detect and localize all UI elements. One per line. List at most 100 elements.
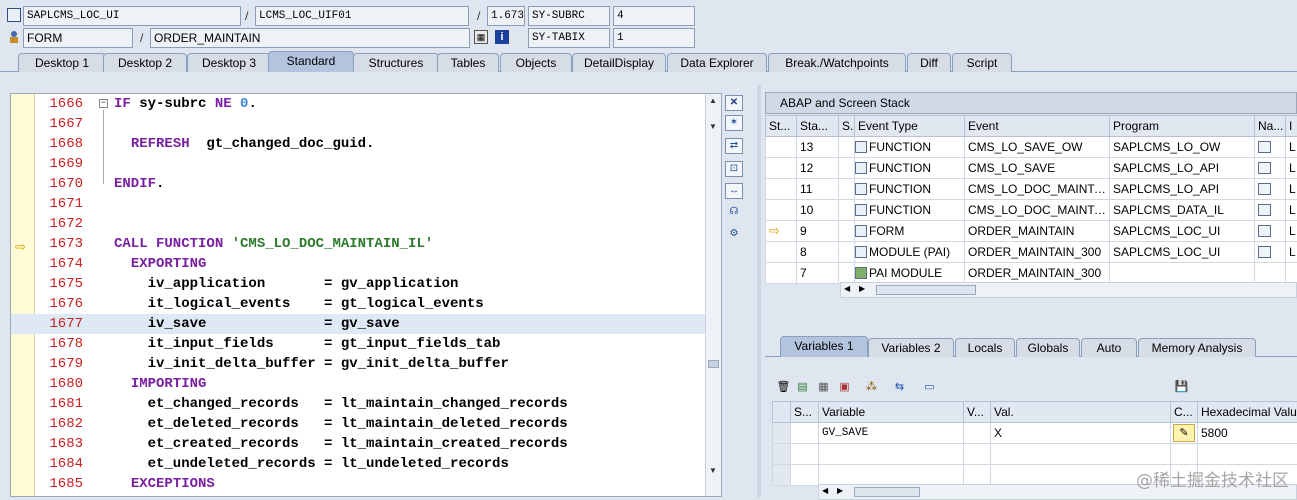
navigate-cell[interactable] [1255, 263, 1286, 284]
save-icon[interactable]: 💾 [1174, 380, 1189, 395]
navigate-icon[interactable] [1258, 225, 1271, 237]
event-cell[interactable]: CMS_LO_DOC_MAINTAIN [965, 179, 1110, 200]
editor-scrollbar[interactable]: ▲ ▼ ▼ [705, 94, 721, 496]
stack-col-header[interactable]: Event [965, 116, 1110, 137]
event-cell[interactable]: ORDER_MAINTAIN_300 [965, 263, 1110, 284]
code-line[interactable]: 1685 EXCEPTIONS [11, 474, 706, 494]
scroll-down-icon[interactable]: ▼ [709, 466, 717, 475]
stack-col-header[interactable]: Sta... [797, 116, 839, 137]
delete-icon[interactable]: 🗑 [776, 380, 791, 395]
program-field[interactable]: SAPLCMS_LOC_UI [23, 6, 241, 26]
col-variable[interactable]: Variable [819, 402, 964, 423]
sy-tabix-value[interactable]: 1 [613, 28, 695, 48]
maximize-icon[interactable]: ⊡ [725, 161, 743, 177]
code-line[interactable]: 1675 iv_application = gv_application [11, 274, 706, 294]
tab-diff[interactable]: Diff [907, 53, 951, 72]
tab-auto[interactable]: Auto [1081, 338, 1137, 357]
line-field[interactable]: 1.673 [487, 6, 525, 26]
code-line[interactable]: 1672 [11, 214, 706, 234]
info-icon[interactable]: i [495, 30, 509, 44]
table-row[interactable]: 11FUNCTIONCMS_LO_DOC_MAINTAINSAPLCMS_LO_… [766, 179, 1297, 200]
navigate-cell[interactable] [1255, 221, 1286, 242]
program-cell[interactable]: SAPLCMS_LO_OW [1110, 137, 1255, 158]
tab-standard[interactable]: Standard [268, 51, 354, 72]
services-icon[interactable]: ⚙ [725, 227, 743, 243]
navigate-cell[interactable] [1255, 137, 1286, 158]
tab-objects[interactable]: Objects [500, 53, 572, 72]
source-editor[interactable]: 1666−IF sy-subrc NE 0.16671668 REFRESH g… [10, 93, 722, 497]
change-cell[interactable]: ✎ [1171, 423, 1198, 444]
code-line[interactable]: 1674 EXPORTING [11, 254, 706, 274]
row-selector[interactable] [773, 465, 791, 486]
splitter[interactable] [757, 85, 761, 497]
code-line[interactable]: 1678 it_input_fields = gt_input_fields_t… [11, 334, 706, 354]
variable-cell[interactable] [819, 465, 964, 486]
group-icon[interactable]: ⁂ [864, 380, 879, 395]
program-cell[interactable]: SAPLCMS_LOC_UI [1110, 221, 1255, 242]
scroll-left-icon[interactable]: ◀ [844, 284, 850, 293]
headset-icon[interactable]: ☊ [725, 205, 743, 221]
table-row[interactable]: ⇨9FORMORDER_MAINTAINSAPLCMS_LOC_UIL [766, 221, 1297, 242]
stack-col-header[interactable]: Na... [1255, 116, 1286, 137]
table-row[interactable]: 12FUNCTIONCMS_LO_SAVESAPLCMS_LO_APIL [766, 158, 1297, 179]
code-line[interactable]: 1677 iv_save = gv_save [11, 314, 706, 334]
scroll-right-icon[interactable]: ▶ [837, 486, 843, 495]
navigate-icon[interactable] [1258, 162, 1271, 174]
tab-desktop-2[interactable]: Desktop 2 [103, 53, 187, 72]
scroll-right-icon[interactable]: ▶ [859, 284, 865, 293]
event-cell[interactable]: CMS_LO_DOC_MAINTAI... [965, 200, 1110, 221]
variable-cell[interactable] [819, 444, 964, 465]
value-cell[interactable] [991, 444, 1171, 465]
scroll-thumb[interactable] [708, 360, 719, 368]
code-line[interactable]: 1679 iv_init_delta_buffer = gv_init_delt… [11, 354, 706, 374]
calculator-icon[interactable]: ▦ [474, 30, 488, 44]
tab-breakpoints[interactable]: Break./Watchpoints [768, 53, 906, 72]
scroll-left-icon[interactable]: ◀ [822, 486, 828, 495]
close-icon[interactable]: ✕ [725, 95, 743, 111]
stack-hscroll[interactable]: ◀ ▶ [840, 282, 1297, 298]
swap-icon[interactable]: ↔ [725, 183, 743, 199]
code-line[interactable]: 1668 REFRESH gt_changed_doc_guid. [11, 134, 706, 154]
event-cell[interactable]: ORDER_MAINTAIN_300 [965, 242, 1110, 263]
table-row[interactable] [773, 444, 1297, 465]
tab-memory-analysis[interactable]: Memory Analysis [1138, 338, 1256, 357]
table-row[interactable]: 13FUNCTIONCMS_LO_SAVE_OWSAPLCMS_LO_OWL [766, 137, 1297, 158]
navigate-icon[interactable] [1258, 141, 1271, 153]
stack-col-header[interactable]: S... [839, 116, 855, 137]
tab-structures[interactable]: Structures [353, 53, 439, 72]
code-line[interactable]: 1666−IF sy-subrc NE 0. [11, 94, 706, 114]
code-line[interactable]: 1682 et_deleted_records = lt_maintain_de… [11, 414, 706, 434]
navigate-icon[interactable] [1258, 183, 1271, 195]
tab-variables-1[interactable]: Variables 1 [780, 336, 868, 357]
code-line[interactable]: 1671 [11, 194, 706, 214]
navigate-icon[interactable] [1258, 204, 1271, 216]
tab-data-explorer[interactable]: Data Explorer [667, 53, 767, 72]
export-icon[interactable]: ▦ [816, 380, 831, 395]
tab-globals[interactable]: Globals [1016, 338, 1080, 357]
col-change[interactable]: C... [1171, 402, 1198, 423]
program-cell[interactable]: SAPLCMS_LO_API [1110, 179, 1255, 200]
tab-desktop-3[interactable]: Desktop 3 [187, 53, 271, 72]
navigate-cell[interactable] [1255, 200, 1286, 221]
scroll-up-icon[interactable]: ▲ [709, 96, 717, 105]
event-cell[interactable]: ORDER_MAINTAIN [965, 221, 1110, 242]
kind-field[interactable]: FORM [23, 28, 133, 48]
value-cell[interactable]: X [991, 423, 1171, 444]
stack-col-header[interactable]: Event Type [855, 116, 965, 137]
tab-desktop-1[interactable]: Desktop 1 [18, 53, 106, 72]
tab-tables[interactable]: Tables [437, 53, 499, 72]
col-hex[interactable]: Hexadecimal Value [1198, 402, 1297, 423]
navigate-icon[interactable] [1258, 246, 1271, 258]
code-line[interactable]: 1670ENDIF. [11, 174, 706, 194]
program-cell[interactable] [1110, 263, 1255, 284]
code-line[interactable]: 1667 [11, 114, 706, 134]
col-v[interactable]: V... [964, 402, 991, 423]
tab-locals[interactable]: Locals [955, 338, 1015, 357]
scroll-thumb[interactable] [876, 285, 976, 295]
filter-icon[interactable]: ▭ [922, 380, 937, 395]
tab-variables-2[interactable]: Variables 2 [868, 338, 954, 357]
navigate-cell[interactable] [1255, 158, 1286, 179]
program-cell[interactable]: SAPLCMS_LO_API [1110, 158, 1255, 179]
code-line[interactable]: 1669 [11, 154, 706, 174]
change-cell[interactable] [1171, 444, 1198, 465]
